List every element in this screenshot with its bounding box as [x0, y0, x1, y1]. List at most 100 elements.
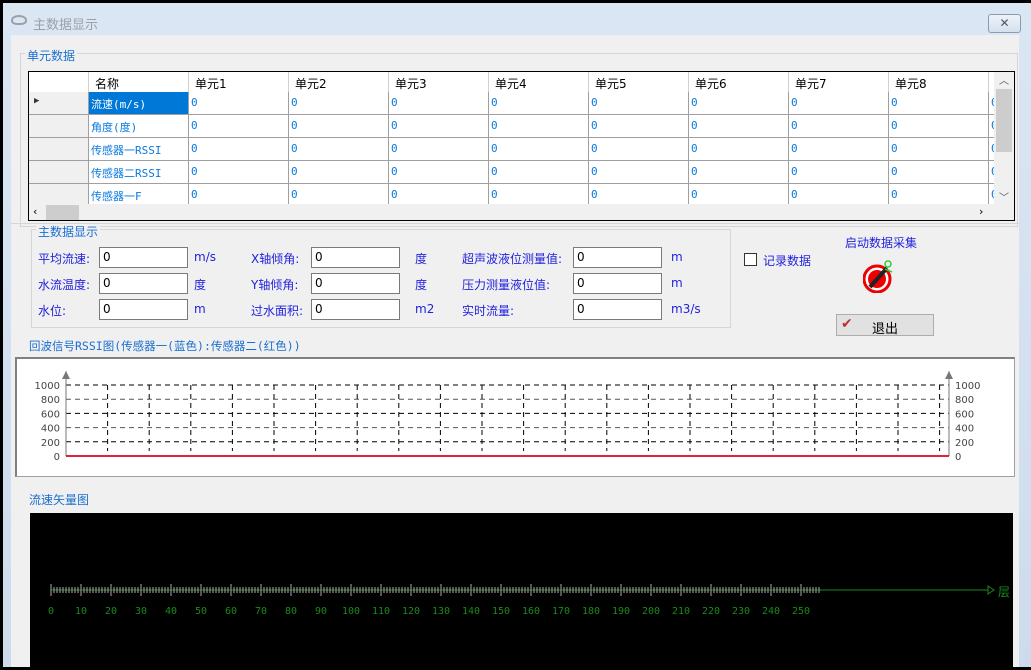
- field-input[interactable]: 0: [311, 299, 400, 320]
- horizontal-scrollbar[interactable]: ‹ ›: [29, 204, 1014, 220]
- field-label: 水流温度:: [38, 278, 91, 292]
- scroll-up-icon[interactable]: ︿: [994, 72, 1014, 87]
- value-cell[interactable]: 0: [589, 138, 689, 161]
- value-cell[interactable]: 0: [889, 161, 989, 184]
- value-cell[interactable]: 0: [889, 115, 989, 138]
- y-tick-label-right: 0: [955, 452, 961, 463]
- x-tick-label: 110: [372, 606, 390, 617]
- value-cell[interactable]: 0: [189, 138, 289, 161]
- unit-data-label: 单元数据: [25, 47, 78, 64]
- scroll-thumb-h[interactable]: [46, 205, 79, 220]
- value-cell[interactable]: 0: [389, 115, 489, 138]
- name-cell[interactable]: 角度(度): [89, 115, 189, 138]
- x-tick-label: 220: [702, 606, 720, 617]
- value-cell[interactable]: 0: [389, 138, 489, 161]
- field-label: 实时流量:: [462, 304, 515, 318]
- axis-arrow-icon: [987, 585, 995, 595]
- field-unit: 度: [415, 278, 428, 292]
- column-header[interactable]: 单元6: [689, 72, 789, 92]
- client-area: 单元数据 名称单元1单元2单元3单元4单元5单元6单元7单元8单元9▶流速(m/…: [11, 35, 1019, 667]
- row-header[interactable]: [29, 138, 89, 161]
- field-input[interactable]: 0: [573, 247, 662, 268]
- field-input[interactable]: 0: [573, 273, 662, 294]
- column-header[interactable]: 单元7: [789, 72, 889, 92]
- scroll-thumb[interactable]: [996, 89, 1012, 152]
- field-input[interactable]: 0: [99, 273, 188, 294]
- name-cell[interactable]: 流速(m/s): [89, 92, 189, 115]
- value-cell[interactable]: 0: [789, 138, 889, 161]
- value-cell[interactable]: 0: [189, 92, 289, 115]
- x-tick-label: 130: [432, 606, 450, 617]
- column-header[interactable]: 单元3: [389, 72, 489, 92]
- value-cell[interactable]: 0: [289, 92, 389, 115]
- y-tick-label-left: 200: [41, 438, 60, 449]
- value-cell[interactable]: 0: [889, 138, 989, 161]
- app-icon: [11, 15, 27, 25]
- value-cell[interactable]: 0: [889, 92, 989, 115]
- x-tick-label: 170: [552, 606, 570, 617]
- y-tick-label-right: 1000: [955, 381, 980, 392]
- value-cell[interactable]: 0: [789, 115, 889, 138]
- column-header[interactable]: 单元4: [489, 72, 589, 92]
- value-cell[interactable]: 0: [689, 92, 789, 115]
- row-header[interactable]: [29, 161, 89, 184]
- value-cell[interactable]: 0: [689, 115, 789, 138]
- row-header[interactable]: ▶: [29, 92, 89, 115]
- row-header[interactable]: [29, 115, 89, 138]
- column-header[interactable]: 单元1: [189, 72, 289, 92]
- value-cell[interactable]: 0: [289, 161, 389, 184]
- record-checkbox[interactable]: [744, 253, 757, 266]
- name-cell[interactable]: 传感器一RSSI: [89, 138, 189, 161]
- x-tick-label: 20: [105, 606, 117, 617]
- column-header[interactable]: 名称: [89, 72, 189, 92]
- y-tick-label-right: 200: [955, 438, 974, 449]
- value-cell[interactable]: 0: [289, 115, 389, 138]
- field-input[interactable]: 0: [311, 247, 400, 268]
- close-icon: ✕: [999, 16, 1010, 30]
- value-cell[interactable]: 0: [489, 115, 589, 138]
- value-cell[interactable]: 0: [389, 92, 489, 115]
- column-header[interactable]: 单元8: [889, 72, 989, 92]
- vertical-scrollbar[interactable]: ︿ ﹀: [994, 72, 1014, 204]
- rssi-chart-title: 回波信号RSSI图(传感器一(蓝色):传感器二(红色)): [27, 338, 303, 354]
- value-cell[interactable]: 0: [289, 138, 389, 161]
- vector-chart: 0 10 20 30 40 50 60 70 80 90 100 110 120 130 140 150 160…: [30, 513, 1013, 667]
- y-tick-label-right: 600: [955, 409, 974, 420]
- x-tick-label: 40: [165, 606, 177, 617]
- value-cell[interactable]: 0: [489, 92, 589, 115]
- value-cell[interactable]: 0: [589, 161, 689, 184]
- value-cell[interactable]: 0: [589, 92, 689, 115]
- value-cell[interactable]: 0: [389, 161, 489, 184]
- value-cell[interactable]: 0: [789, 161, 889, 184]
- scroll-left-icon[interactable]: ‹: [33, 205, 37, 218]
- x-tick-label: 120: [402, 606, 420, 617]
- unit-data-grid[interactable]: 名称单元1单元2单元3单元4单元5单元6单元7单元8单元9▶流速(m/s)000…: [28, 71, 1015, 221]
- field-unit: m2: [415, 302, 435, 316]
- field-label: 压力测量液位值:: [462, 278, 551, 292]
- value-cell[interactable]: 0: [789, 92, 889, 115]
- rssi-chart-svg: 0 0 200 200 400 400 600 600 800 800 1000 1000: [35, 371, 980, 463]
- field-unit: 度: [415, 252, 428, 266]
- exit-button[interactable]: ✔ 退出: [836, 314, 934, 337]
- field-input[interactable]: 0: [99, 299, 188, 320]
- field-input[interactable]: 0: [99, 247, 188, 268]
- value-cell[interactable]: 0: [489, 161, 589, 184]
- column-header[interactable]: 单元2: [289, 72, 389, 92]
- x-tick-label: 70: [255, 606, 267, 617]
- field-input[interactable]: 0: [311, 273, 400, 294]
- name-cell[interactable]: 传感器二RSSI: [89, 161, 189, 184]
- x-tick-label: 250: [792, 606, 810, 617]
- scroll-down-icon[interactable]: ﹀: [994, 189, 1014, 204]
- value-cell[interactable]: 0: [689, 161, 789, 184]
- axis-arrow-icon: [945, 371, 953, 379]
- field-input[interactable]: 0: [573, 299, 662, 320]
- column-header[interactable]: 单元5: [589, 72, 689, 92]
- scroll-right-icon[interactable]: ›: [979, 205, 983, 218]
- value-cell[interactable]: 0: [189, 115, 289, 138]
- close-button[interactable]: ✕: [988, 14, 1021, 33]
- start-acquisition-button[interactable]: [862, 259, 895, 294]
- value-cell[interactable]: 0: [689, 138, 789, 161]
- value-cell[interactable]: 0: [489, 138, 589, 161]
- value-cell[interactable]: 0: [589, 115, 689, 138]
- value-cell[interactable]: 0: [189, 161, 289, 184]
